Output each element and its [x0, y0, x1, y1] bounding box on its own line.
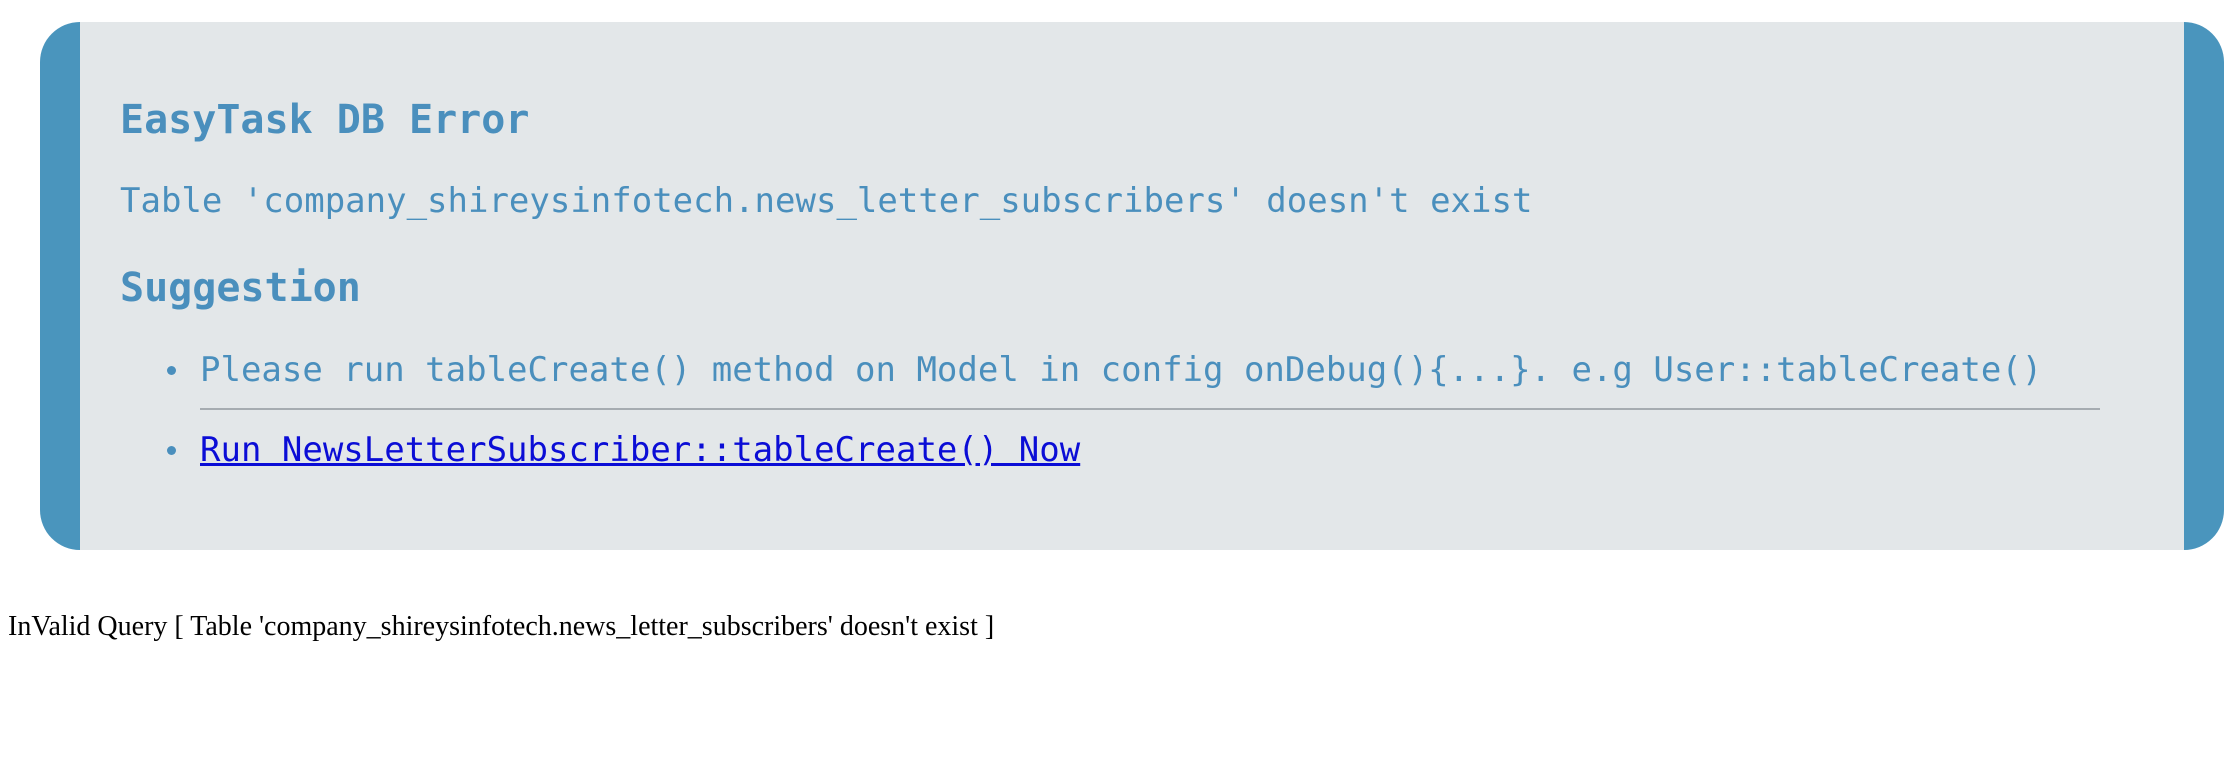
error-title: EasyTask DB Error: [120, 97, 530, 143]
suggestion-text: Please run tableCreate() method on Model…: [200, 350, 2043, 390]
run-table-create-link[interactable]: Run NewsLetterSubscriber::tableCreate() …: [200, 430, 1080, 470]
db-error-panel: EasyTask DB Error Table 'company_shireys…: [40, 22, 2224, 550]
suggestion-list: Please run tableCreate() method on Model…: [120, 350, 2100, 470]
suggestion-item: Please run tableCreate() method on Model…: [167, 350, 2100, 410]
error-message: Table 'company_shireysinfotech.news_lett…: [120, 181, 1533, 221]
suggestion-item: Run NewsLetterSubscriber::tableCreate() …: [167, 430, 2100, 470]
invalid-query-message: InValid Query [ Table 'company_shireysin…: [8, 611, 995, 642]
suggestion-divider: [200, 408, 2100, 410]
suggestion-heading: Suggestion: [120, 265, 361, 311]
